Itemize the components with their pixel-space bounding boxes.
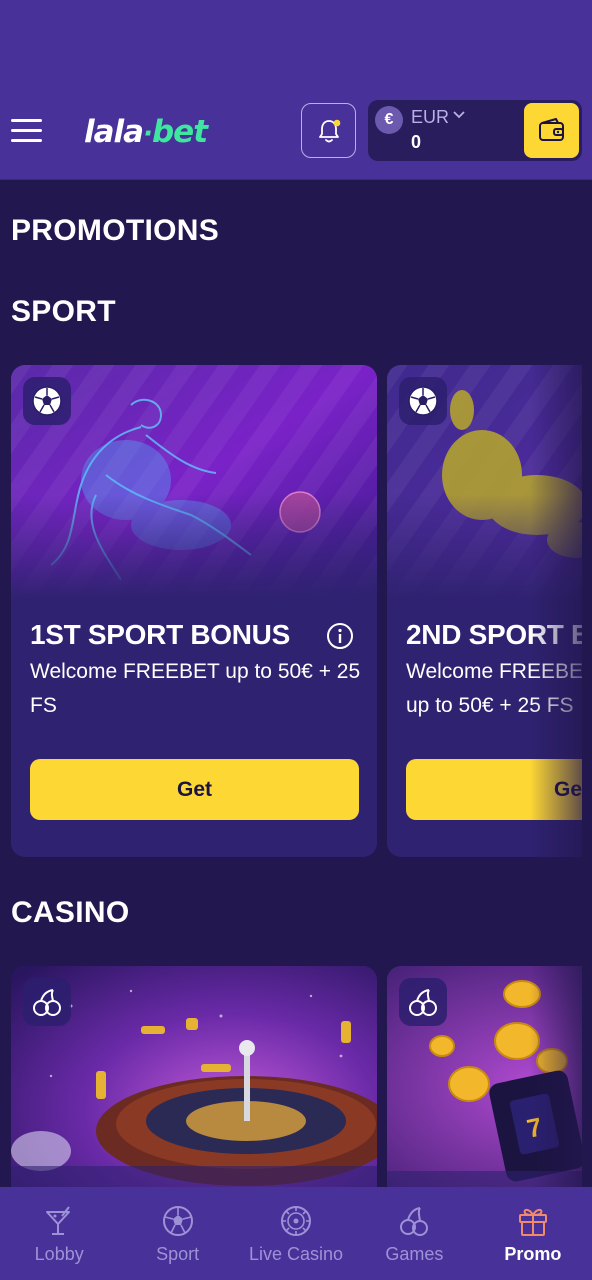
deposit-wallet-button[interactable] [524,103,579,158]
get-bonus-button[interactable]: Get [30,759,359,820]
page-title: PROMOTIONS [11,214,220,247]
promo-card[interactable]: 2ND SPORT BONUS Welcome FREEBET up to 50… [387,365,582,857]
nav-label: Lobby [34,1244,84,1264]
promo-title: 2ND SPORT BONUS [406,619,582,650]
cocktail-icon [46,1206,71,1235]
logo-text-suffix: bet [151,114,208,150]
nav-item-games[interactable]: Games [355,1187,473,1280]
nav-item-lobby[interactable]: Lobby [0,1187,118,1280]
nav-label: Games [385,1244,444,1264]
category-badge [399,377,447,425]
currency-symbol-badge: € [375,106,403,134]
promo-card[interactable]: 1ST SPORT BONUS Welcome FREEBET up to 50… [11,365,377,857]
cherries-icon [33,989,61,1016]
nav-label: Live Casino [248,1244,344,1264]
nav-item-sport[interactable]: Sport [118,1187,236,1280]
info-icon[interactable] [326,622,354,650]
balance-amount: 0 [411,132,422,152]
gift-icon [518,1208,547,1236]
nav-label: Promo [504,1244,562,1264]
brand-logo[interactable]: lala·bet [84,112,208,152]
get-bonus-button[interactable]: Get [406,759,582,820]
category-badge [399,978,447,1026]
section-title-sport: SPORT [11,295,116,328]
promo-title: 1ST SPORT BONUS [30,619,290,650]
soccer-ball-icon [162,1206,193,1236]
cherries-icon [409,989,437,1016]
nav-label: Sport [156,1244,200,1264]
promo-card[interactable] [11,966,377,1206]
status-bar-area [0,0,592,92]
nav-item-live-casino[interactable]: Live Casino [237,1187,355,1280]
chevron-down-icon[interactable] [452,110,466,120]
currency-selector[interactable]: EUR [411,107,449,128]
promo-card[interactable]: 7 [387,966,582,1206]
bell-icon [319,119,341,143]
top-header: lala·bet € EUR 0 [0,92,592,180]
logo-dot: · [143,119,153,149]
roulette-chip-icon [281,1206,312,1236]
cherries-icon [400,1207,429,1236]
notifications-button[interactable] [301,103,356,158]
menu-hamburger-icon[interactable] [11,117,43,145]
logo-text-main: lala [84,114,144,150]
category-badge [23,377,71,425]
promo-description: Welcome FREEBET up to 50€ + 25 FS [30,660,361,717]
scroll-gutter [582,180,592,1190]
content-area: SPORT 1ST SPORT BONUS Welcome FREEBET up… [0,0,582,1280]
section-title-casino: CASINO [11,896,130,929]
promo-description: Welcome FREEBET up to 50€ + 25 FS [406,660,582,717]
soccer-ball-icon [32,386,62,416]
wallet-icon [539,118,564,141]
nav-item-promo[interactable]: Promo [474,1187,592,1280]
soccer-ball-icon [408,386,438,416]
category-badge [23,978,71,1026]
wallet-panel[interactable]: € EUR 0 [368,100,582,161]
bottom-navigation: Lobby Sport Live Casino Games Promo [0,1187,592,1280]
